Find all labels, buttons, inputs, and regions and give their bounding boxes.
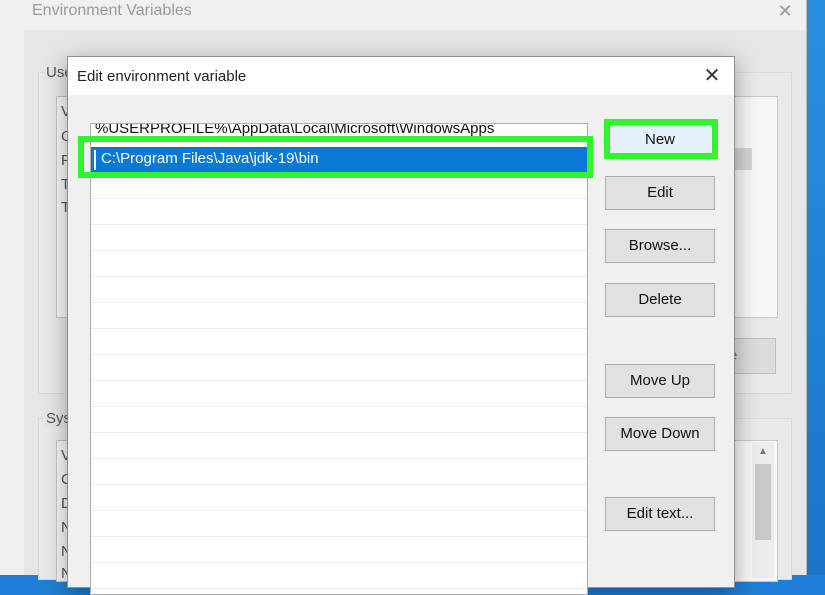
edit-text-button[interactable]: Edit text... <box>605 497 715 531</box>
list-item-empty[interactable] <box>91 563 587 589</box>
dialog-titlebar: Edit environment variable ✕ <box>68 57 734 95</box>
dialog-close-icon[interactable]: ✕ <box>695 63 729 89</box>
list-item-empty[interactable] <box>91 277 587 303</box>
move-up-button[interactable]: Move Up <box>605 364 715 398</box>
list-item-empty[interactable] <box>91 329 587 355</box>
text-cursor <box>94 150 96 170</box>
parent-close-icon[interactable]: ✕ <box>772 0 798 22</box>
list-item-empty[interactable] <box>91 199 587 225</box>
parent-window-title: Environment Variables <box>32 2 192 19</box>
system-list-scrollbar[interactable]: ▲ <box>752 442 774 578</box>
desktop-background <box>806 0 825 575</box>
list-item-empty[interactable] <box>91 381 587 407</box>
delete-button[interactable]: Delete <box>605 283 715 317</box>
list-item-empty[interactable] <box>91 173 587 199</box>
parent-titlebar: Environment Variables <box>0 0 806 30</box>
path-entries-list[interactable]: %USERPROFILE%\AppData\Local\Microsoft\Wi… <box>90 123 588 595</box>
list-item-selected[interactable]: C:\Program Files\Java\jdk-19\bin <box>91 147 587 173</box>
list-item-empty[interactable] <box>91 303 587 329</box>
new-button[interactable]: New <box>605 123 715 157</box>
edit-button[interactable]: Edit <box>605 176 715 210</box>
list-item-empty[interactable] <box>91 459 587 485</box>
list-item-empty[interactable] <box>91 537 587 563</box>
list-item-empty[interactable] <box>91 225 587 251</box>
scrollbar-thumb[interactable] <box>755 464 771 540</box>
browse-button[interactable]: Browse... <box>605 229 715 263</box>
move-down-button[interactable]: Move Down <box>605 417 715 451</box>
scroll-up-arrow-icon[interactable]: ▲ <box>752 442 774 462</box>
list-item-empty[interactable] <box>91 251 587 277</box>
list-item-empty[interactable] <box>91 355 587 381</box>
dialog-title: Edit environment variable <box>77 68 247 85</box>
user-list-selection-fragment <box>732 148 752 170</box>
list-item-empty[interactable] <box>91 511 587 537</box>
path-entry-text: %USERPROFILE%\AppData\Local\Microsoft\Wi… <box>95 123 495 137</box>
path-entry-edit-field[interactable]: C:\Program Files\Java\jdk-19\bin <box>101 150 319 167</box>
list-item-empty[interactable] <box>91 433 587 459</box>
list-item-empty[interactable] <box>91 407 587 433</box>
list-item-empty[interactable] <box>91 485 587 511</box>
